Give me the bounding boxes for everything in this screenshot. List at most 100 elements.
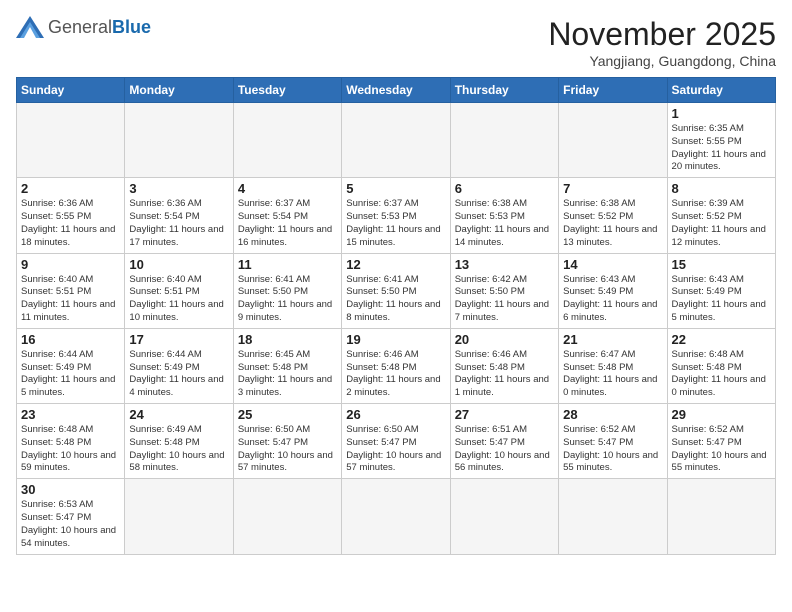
day-info: Sunrise: 6:37 AM Sunset: 5:54 PM Dayligh… xyxy=(238,198,337,249)
day-number: 17 xyxy=(129,332,228,347)
calendar-cell xyxy=(125,103,233,178)
title-block: November 2025 Yangjiang, Guangdong, Chin… xyxy=(548,16,776,69)
day-info: Sunrise: 6:50 AM Sunset: 5:47 PM Dayligh… xyxy=(238,424,337,475)
calendar-cell: 1 Sunrise: 6:35 AM Sunset: 5:55 PM Daylig… xyxy=(667,103,775,178)
day-number: 14 xyxy=(563,257,662,272)
week-row-2: 2 Sunrise: 6:36 AM Sunset: 5:55 PM Daylig… xyxy=(17,178,776,253)
calendar-cell xyxy=(450,103,558,178)
calendar-cell: 16 Sunrise: 6:44 AM Sunset: 5:49 PM Dayli… xyxy=(17,328,125,403)
day-info: Sunrise: 6:48 AM Sunset: 5:48 PM Dayligh… xyxy=(672,349,771,400)
day-number: 7 xyxy=(563,181,662,196)
calendar-cell: 22 Sunrise: 6:48 AM Sunset: 5:48 PM Dayli… xyxy=(667,328,775,403)
calendar-cell: 19Sunrise: 6:46 AM Sunset: 5:48 PM Dayli… xyxy=(342,328,450,403)
day-number: 15 xyxy=(672,257,771,272)
day-info: Sunrise: 6:44 AM Sunset: 5:49 PM Dayligh… xyxy=(129,349,228,400)
calendar-cell: 13 Sunrise: 6:42 AM Sunset: 5:50 PM Dayli… xyxy=(450,253,558,328)
calendar-cell: 21 Sunrise: 6:47 AM Sunset: 5:48 PM Dayli… xyxy=(559,328,667,403)
day-number: 1 xyxy=(672,106,771,121)
calendar-cell xyxy=(125,479,233,554)
day-info: Sunrise: 6:41 AM Sunset: 5:50 PM Dayligh… xyxy=(346,274,445,325)
calendar-cell xyxy=(667,479,775,554)
calendar-cell: 8 Sunrise: 6:39 AM Sunset: 5:52 PM Daylig… xyxy=(667,178,775,253)
day-info: Sunrise: 6:52 AM Sunset: 5:47 PM Dayligh… xyxy=(563,424,662,475)
calendar-cell xyxy=(233,103,341,178)
day-number: 8 xyxy=(672,181,771,196)
week-row-4: 16 Sunrise: 6:44 AM Sunset: 5:49 PM Dayli… xyxy=(17,328,776,403)
day-info: Sunrise: 6:47 AM Sunset: 5:48 PM Dayligh… xyxy=(563,349,662,400)
week-row-5: 23Sunrise: 6:48 AM Sunset: 5:48 PM Dayli… xyxy=(17,404,776,479)
day-number: 18 xyxy=(238,332,337,347)
calendar-cell: 14Sunrise: 6:43 AM Sunset: 5:49 PM Dayli… xyxy=(559,253,667,328)
day-info: Sunrise: 6:53 AM Sunset: 5:47 PM Dayligh… xyxy=(21,499,120,550)
day-number: 22 xyxy=(672,332,771,347)
weekday-header-friday: Friday xyxy=(559,78,667,103)
day-number: 24 xyxy=(129,407,228,422)
day-number: 9 xyxy=(21,257,120,272)
calendar-cell xyxy=(17,103,125,178)
logo-text: GeneralBlue xyxy=(48,18,151,36)
day-number: 29 xyxy=(672,407,771,422)
day-info: Sunrise: 6:44 AM Sunset: 5:49 PM Dayligh… xyxy=(21,349,120,400)
calendar-cell: 9 Sunrise: 6:40 AM Sunset: 5:51 PM Daylig… xyxy=(17,253,125,328)
calendar-cell: 25 Sunrise: 6:50 AM Sunset: 5:47 PM Dayli… xyxy=(233,404,341,479)
calendar-cell xyxy=(342,103,450,178)
day-info: Sunrise: 6:40 AM Sunset: 5:51 PM Dayligh… xyxy=(129,274,228,325)
day-info: Sunrise: 6:36 AM Sunset: 5:54 PM Dayligh… xyxy=(129,198,228,249)
logo-icon xyxy=(16,16,44,38)
calendar-cell: 23Sunrise: 6:48 AM Sunset: 5:48 PM Dayli… xyxy=(17,404,125,479)
week-row-1: 1 Sunrise: 6:35 AM Sunset: 5:55 PM Daylig… xyxy=(17,103,776,178)
day-info: Sunrise: 6:48 AM Sunset: 5:48 PM Dayligh… xyxy=(21,424,120,475)
day-number: 19 xyxy=(346,332,445,347)
calendar-cell: 10Sunrise: 6:40 AM Sunset: 5:51 PM Dayli… xyxy=(125,253,233,328)
calendar-cell: 26Sunrise: 6:50 AM Sunset: 5:47 PM Dayli… xyxy=(342,404,450,479)
calendar-cell xyxy=(559,103,667,178)
calendar-cell xyxy=(559,479,667,554)
day-number: 2 xyxy=(21,181,120,196)
day-info: Sunrise: 6:39 AM Sunset: 5:52 PM Dayligh… xyxy=(672,198,771,249)
calendar-cell: 20Sunrise: 6:46 AM Sunset: 5:48 PM Dayli… xyxy=(450,328,558,403)
day-info: Sunrise: 6:45 AM Sunset: 5:48 PM Dayligh… xyxy=(238,349,337,400)
weekday-header-tuesday: Tuesday xyxy=(233,78,341,103)
page-header: GeneralBlue November 2025 Yangjiang, Gua… xyxy=(16,16,776,69)
day-number: 11 xyxy=(238,257,337,272)
day-info: Sunrise: 6:40 AM Sunset: 5:51 PM Dayligh… xyxy=(21,274,120,325)
logo: GeneralBlue xyxy=(16,16,151,38)
day-info: Sunrise: 6:52 AM Sunset: 5:47 PM Dayligh… xyxy=(672,424,771,475)
calendar-cell xyxy=(342,479,450,554)
day-info: Sunrise: 6:36 AM Sunset: 5:55 PM Dayligh… xyxy=(21,198,120,249)
calendar-cell: 7 Sunrise: 6:38 AM Sunset: 5:52 PM Daylig… xyxy=(559,178,667,253)
calendar-cell: 2 Sunrise: 6:36 AM Sunset: 5:55 PM Daylig… xyxy=(17,178,125,253)
calendar-cell: 17 Sunrise: 6:44 AM Sunset: 5:49 PM Dayli… xyxy=(125,328,233,403)
day-info: Sunrise: 6:37 AM Sunset: 5:53 PM Dayligh… xyxy=(346,198,445,249)
calendar-cell: 5 Sunrise: 6:37 AM Sunset: 5:53 PM Daylig… xyxy=(342,178,450,253)
calendar-cell: 4 Sunrise: 6:37 AM Sunset: 5:54 PM Daylig… xyxy=(233,178,341,253)
day-number: 21 xyxy=(563,332,662,347)
day-number: 3 xyxy=(129,181,228,196)
day-info: Sunrise: 6:42 AM Sunset: 5:50 PM Dayligh… xyxy=(455,274,554,325)
calendar-cell: 15 Sunrise: 6:43 AM Sunset: 5:49 PM Dayli… xyxy=(667,253,775,328)
weekday-header-wednesday: Wednesday xyxy=(342,78,450,103)
day-info: Sunrise: 6:43 AM Sunset: 5:49 PM Dayligh… xyxy=(672,274,771,325)
day-info: Sunrise: 6:50 AM Sunset: 5:47 PM Dayligh… xyxy=(346,424,445,475)
day-number: 4 xyxy=(238,181,337,196)
calendar-cell: 29 Sunrise: 6:52 AM Sunset: 5:47 PM Dayli… xyxy=(667,404,775,479)
day-number: 13 xyxy=(455,257,554,272)
weekday-header-saturday: Saturday xyxy=(667,78,775,103)
calendar-cell: 6Sunrise: 6:38 AM Sunset: 5:53 PM Daylig… xyxy=(450,178,558,253)
day-number: 27 xyxy=(455,407,554,422)
day-number: 6 xyxy=(455,181,554,196)
calendar-table: SundayMondayTuesdayWednesdayThursdayFrid… xyxy=(16,77,776,555)
weekday-header-sunday: Sunday xyxy=(17,78,125,103)
day-info: Sunrise: 6:41 AM Sunset: 5:50 PM Dayligh… xyxy=(238,274,337,325)
day-info: Sunrise: 6:35 AM Sunset: 5:55 PM Dayligh… xyxy=(672,123,771,174)
day-info: Sunrise: 6:49 AM Sunset: 5:48 PM Dayligh… xyxy=(129,424,228,475)
calendar-cell xyxy=(233,479,341,554)
day-number: 12 xyxy=(346,257,445,272)
calendar-cell: 24 Sunrise: 6:49 AM Sunset: 5:48 PM Dayli… xyxy=(125,404,233,479)
day-number: 20 xyxy=(455,332,554,347)
calendar-cell: 3 Sunrise: 6:36 AM Sunset: 5:54 PM Daylig… xyxy=(125,178,233,253)
day-info: Sunrise: 6:38 AM Sunset: 5:52 PM Dayligh… xyxy=(563,198,662,249)
day-number: 16 xyxy=(21,332,120,347)
day-number: 5 xyxy=(346,181,445,196)
day-number: 25 xyxy=(238,407,337,422)
